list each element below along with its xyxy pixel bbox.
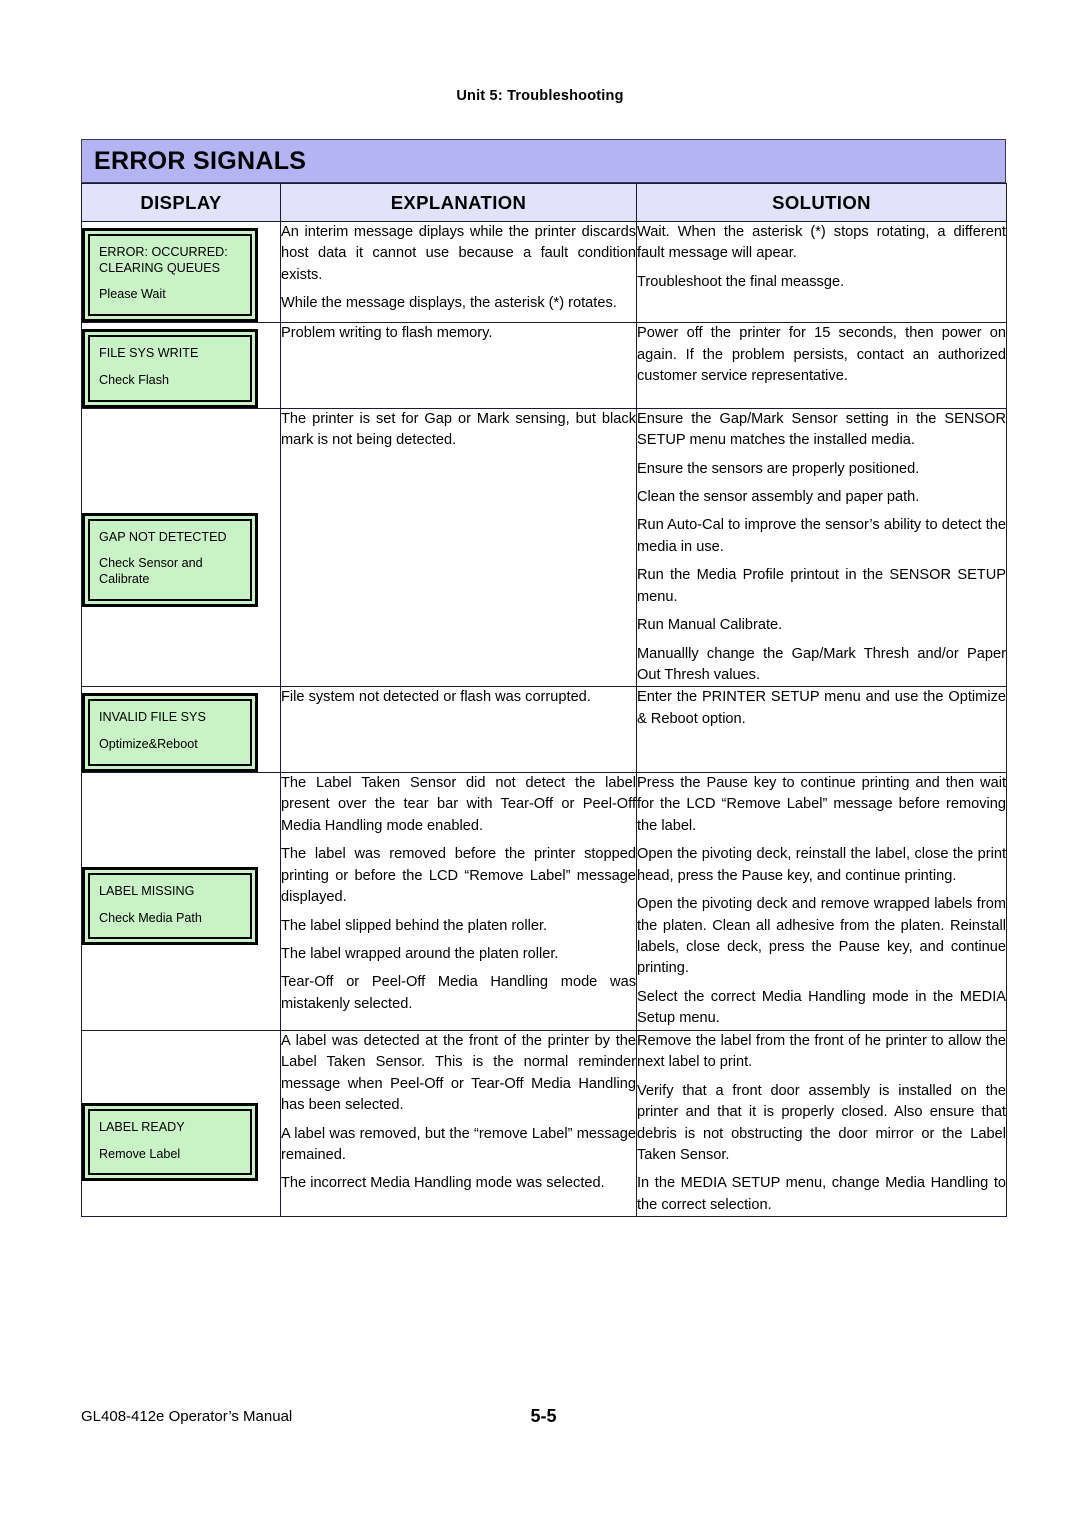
solution-paragraph: Ensure the sensors are properly position… [637, 460, 920, 477]
solution-paragraph: Remove the label from the front of he pr… [637, 1032, 1006, 1071]
explanation-cell: An interim message diplays while the pri… [280, 220, 637, 324]
explanation-paragraph: The printer is set for Gap or Mark sensi… [281, 410, 636, 449]
solution-paragraph: Wait. When the asterisk (*) stops rotati… [637, 224, 1006, 262]
lcd-line-1: LABEL MISSING [99, 883, 195, 898]
lcd-line-2: CLEARING QUEUES [99, 260, 221, 275]
explanation-paragraph: A label was detected at the front of the… [281, 1032, 636, 1114]
explanation-paragraph: File system not detected or flash was co… [281, 689, 591, 706]
solution-cell: Power off the printer for 15 seconds, th… [636, 322, 1007, 409]
solution-paragraph: Power off the printer for 15 seconds, th… [637, 325, 1006, 385]
solution-paragraph: Troubleshoot the final meassge. [637, 273, 845, 290]
display-cell: FILE SYS WRITE Check Flash [81, 322, 281, 409]
display-cell: INVALID FILE SYS Optimize&Reboot [81, 686, 281, 773]
solution-paragraph: Enter the PRINTER SETUP menu and use the… [637, 689, 1006, 727]
solution-cell: Ensure the Gap/Mark Sensor setting in th… [636, 407, 1007, 688]
column-header-solution: SOLUTION [636, 183, 1007, 222]
table-title-band: ERROR SIGNALS [81, 139, 1006, 183]
lcd-line-1: FILE SYS WRITE [99, 346, 199, 361]
document-page: Unit 5: Troubleshooting ERROR SIGNALS DI… [0, 0, 1080, 1528]
error-signals-table: DISPLAY EXPLANATION SOLUTION ERROR: OCCU… [81, 183, 1007, 1218]
table-row: INVALID FILE SYS Optimize&Reboot File sy… [81, 686, 1007, 773]
solution-paragraph: Run Manual Calibrate. [637, 617, 783, 634]
lcd-sub-1: Please Wait [99, 287, 166, 302]
table-header-row: DISPLAY EXPLANATION SOLUTION [81, 183, 1007, 222]
lcd-panel: LABEL MISSING Check Media Path [82, 866, 258, 946]
lcd-sub-1: Check Sensor and [99, 556, 203, 571]
explanation-cell: The printer is set for Gap or Mark sensi… [280, 407, 637, 688]
solution-cell: Press the Pause key to continue printing… [636, 771, 1007, 1031]
lcd-screen: GAP NOT DETECTED Check Sensor and Calibr… [88, 518, 252, 601]
lcd-screen: LABEL READY Remove Label [88, 1108, 252, 1176]
solution-cell: Remove the label from the front of he pr… [636, 1029, 1007, 1218]
explanation-paragraph: The label wrapped around the platen roll… [281, 946, 559, 963]
explanation-paragraph: Tear-Off or Peel-Off Media Handling mode… [281, 974, 636, 1012]
lcd-screen: ERROR: OCCURRED: CLEARING QUEUES Please … [88, 234, 252, 317]
solution-paragraph: Ensure the Gap/Mark Sensor setting in th… [637, 410, 1006, 449]
lcd-line-1: ERROR: OCCURRED: [99, 245, 228, 259]
running-head: Unit 5: Troubleshooting [456, 88, 624, 104]
error-signals-table-block: ERROR SIGNALS DISPLAY EXPLANATION SOLUTI… [81, 139, 1007, 1218]
solution-paragraph: Verify that a front door assembly is ins… [637, 1082, 1006, 1163]
display-cell: LABEL READY Remove Label [81, 1029, 281, 1218]
solution-paragraph: Press the Pause key to continue printing… [637, 774, 1006, 834]
lcd-screen: LABEL MISSING Check Media Path [88, 872, 252, 940]
column-header-explanation: EXPLANATION [280, 183, 637, 222]
lcd-sub-1: Check Media Path [99, 910, 202, 925]
explanation-cell: A label was detected at the front of the… [280, 1029, 637, 1218]
table-row: LABEL READY Remove Label A label was det… [81, 1029, 1007, 1218]
lcd-sub-1: Optimize&Reboot [99, 737, 198, 752]
lcd-screen: INVALID FILE SYS Optimize&Reboot [88, 699, 252, 766]
lcd-line-1: LABEL READY [99, 1119, 185, 1134]
lcd-panel: LABEL READY Remove Label [82, 1102, 258, 1182]
solution-paragraph: In the MEDIA SETUP menu, change Media Ha… [637, 1175, 1006, 1213]
explanation-paragraph: The Label Taken Sensor did not detect th… [281, 774, 636, 834]
explanation-cell: Problem writing to flash memory. [280, 322, 637, 409]
lcd-spacer [99, 545, 241, 556]
lcd-sub-2: Calibrate [99, 572, 150, 587]
explanation-cell: File system not detected or flash was co… [280, 686, 637, 773]
display-cell: LABEL MISSING Check Media Path [81, 771, 281, 1031]
column-header-display: DISPLAY [81, 183, 281, 222]
solution-paragraph: Select the correct Media Handling mode i… [637, 988, 1006, 1027]
lcd-sub-1: Remove Label [99, 1146, 181, 1161]
table-row: ERROR: OCCURRED: CLEARING QUEUES Please … [81, 220, 1007, 324]
table-row: FILE SYS WRITE Check Flash Problem writi… [81, 322, 1007, 409]
display-cell: ERROR: OCCURRED: CLEARING QUEUES Please … [81, 220, 281, 324]
lcd-panel: FILE SYS WRITE Check Flash [82, 329, 258, 408]
solution-paragraph: Manuallly change the Gap/Mark Thresh and… [637, 645, 1006, 684]
explanation-paragraph: The incorrect Media Handling mode was se… [281, 1175, 605, 1192]
explanation-cell: The Label Taken Sensor did not detect th… [280, 771, 637, 1031]
solution-paragraph: Clean the sensor assembly and paper path… [637, 488, 920, 505]
table-row: GAP NOT DETECTED Check Sensor and Calibr… [81, 407, 1007, 688]
solution-cell: Wait. When the asterisk (*) stops rotati… [636, 220, 1007, 324]
table-row: LABEL MISSING Check Media Path The Label… [81, 771, 1007, 1031]
solution-paragraph: Run the Media Profile printout in the SE… [637, 567, 1006, 605]
lcd-spacer [99, 276, 241, 287]
lcd-panel: GAP NOT DETECTED Check Sensor and Calibr… [82, 512, 258, 607]
lcd-spacer [99, 900, 241, 911]
lcd-sub-1: Check Flash [99, 372, 169, 387]
lcd-panel: INVALID FILE SYS Optimize&Reboot [82, 693, 258, 772]
explanation-paragraph: Problem writing to flash memory. [281, 325, 493, 342]
explanation-paragraph: An interim message diplays while the pri… [281, 224, 636, 283]
explanation-paragraph: A label was removed, but the “remove Lab… [281, 1125, 636, 1163]
lcd-screen: FILE SYS WRITE Check Flash [88, 335, 252, 402]
footer-page-number: 5-5 [530, 1406, 557, 1426]
lcd-line-1: INVALID FILE SYS [99, 710, 206, 725]
table-body: ERROR: OCCURRED: CLEARING QUEUES Please … [81, 220, 1007, 1218]
lcd-spacer [99, 1136, 241, 1147]
solution-cell: Enter the PRINTER SETUP menu and use the… [636, 686, 1007, 773]
explanation-paragraph: The label was removed before the printer… [281, 846, 636, 906]
solution-paragraph: Open the pivoting deck, reinstall the la… [637, 846, 1006, 884]
lcd-spacer [99, 726, 241, 737]
solution-paragraph: Run Auto-Cal to improve the sensor’s abi… [637, 517, 1006, 555]
lcd-spacer [99, 362, 241, 373]
lcd-line-1: GAP NOT DETECTED [99, 529, 227, 544]
lcd-panel: ERROR: OCCURRED: CLEARING QUEUES Please … [82, 228, 258, 323]
solution-paragraph: Open the pivoting deck and remove wrappe… [637, 896, 1006, 977]
explanation-paragraph: The label slipped behind the platen roll… [281, 917, 548, 934]
display-cell: GAP NOT DETECTED Check Sensor and Calibr… [81, 407, 281, 688]
page-title: ERROR SIGNALS [94, 146, 307, 175]
explanation-paragraph: While the message displays, the asterisk… [281, 295, 617, 312]
